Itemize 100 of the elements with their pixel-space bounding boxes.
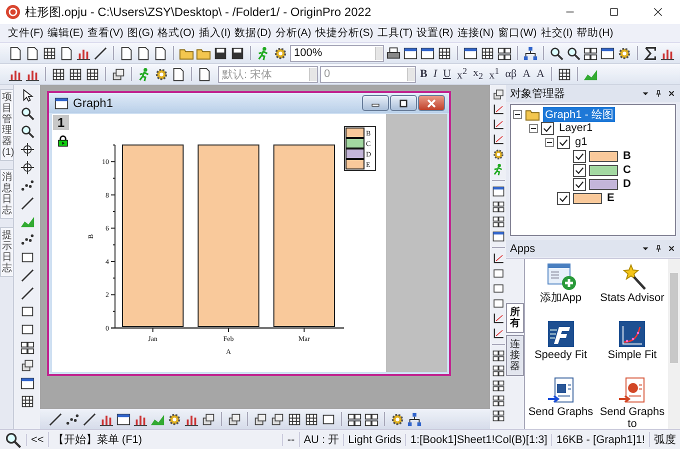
printer-icon[interactable] — [386, 46, 401, 60]
crosshair-icon[interactable] — [20, 160, 34, 175]
format-button[interactable]: U — [441, 66, 453, 82]
checkbox[interactable] — [573, 178, 586, 190]
page-icon[interactable] — [8, 46, 23, 60]
table-icon[interactable] — [304, 412, 319, 426]
axis-icon[interactable] — [492, 252, 504, 265]
gear-icon[interactable] — [273, 46, 288, 60]
app-label[interactable]: 添加App — [540, 292, 582, 304]
scrollbar-thumb[interactable] — [670, 273, 678, 363]
scrollbar[interactable] — [668, 259, 680, 429]
speedy-fit-icon[interactable] — [546, 318, 576, 348]
layout-icon[interactable] — [492, 394, 504, 407]
format-button[interactable]: B — [418, 66, 430, 82]
side-tab[interactable]: 消息日志 — [0, 169, 14, 219]
curve-fit-icon[interactable] — [617, 318, 648, 348]
menu-item[interactable]: 编辑(E) — [45, 26, 86, 40]
table-icon[interactable] — [437, 46, 452, 60]
line-icon[interactable] — [20, 286, 34, 301]
menu-item[interactable]: 格式(O) — [156, 26, 197, 40]
page-icon[interactable] — [25, 46, 40, 60]
slides-arrow-icon[interactable] — [617, 375, 648, 405]
axis-icon[interactable] — [492, 327, 504, 340]
menu-item[interactable]: 工具(T) — [375, 26, 415, 40]
layout-icon[interactable] — [492, 215, 504, 228]
menu-item[interactable]: 快捷分析(S) — [313, 26, 376, 40]
tree-item[interactable]: E — [605, 192, 616, 204]
stack-icon[interactable] — [227, 412, 242, 426]
side-tab[interactable]: 项目管理器 (1) — [0, 89, 14, 161]
checkbox[interactable] — [557, 136, 570, 148]
axis-icon[interactable] — [492, 133, 504, 146]
table-icon[interactable] — [85, 66, 100, 82]
gear-icon[interactable] — [492, 148, 504, 161]
stack-icon[interactable] — [253, 412, 268, 426]
checkbox[interactable] — [573, 150, 586, 162]
format-button[interactable]: x$^{1}$ — [487, 66, 502, 82]
menu-item[interactable]: 分析(A) — [273, 26, 314, 40]
rectangle-icon[interactable] — [492, 267, 504, 280]
hierarchy-icon[interactable] — [523, 46, 538, 60]
line-icon[interactable] — [48, 412, 63, 426]
zoom-icon[interactable] — [20, 124, 34, 139]
side-tab[interactable]: 连接器 — [506, 335, 524, 376]
menu-item[interactable]: 文件(F) — [6, 26, 46, 40]
side-tab[interactable]: 所有 — [506, 303, 524, 333]
axis-icon[interactable] — [492, 103, 504, 116]
expand-toggle[interactable] — [513, 110, 522, 118]
menu-item[interactable]: 查看(V) — [85, 26, 126, 40]
axis-icon[interactable] — [492, 118, 504, 131]
layout-icon[interactable] — [492, 379, 504, 392]
crosshair-icon[interactable] — [20, 142, 34, 157]
line-icon[interactable] — [20, 268, 34, 283]
line-icon[interactable] — [20, 196, 34, 211]
stack-icon[interactable] — [111, 66, 126, 82]
format-button[interactable]: αβ — [503, 66, 519, 82]
page-icon[interactable] — [119, 46, 134, 60]
window-icon[interactable] — [492, 230, 504, 243]
gear-icon[interactable] — [390, 412, 405, 426]
table-icon[interactable] — [42, 46, 57, 60]
expand-toggle[interactable] — [545, 138, 554, 146]
tree-item[interactable]: B — [621, 150, 633, 162]
stack-icon[interactable] — [492, 88, 504, 101]
zoom-icon[interactable] — [566, 46, 581, 60]
layout-icon[interactable] — [492, 200, 504, 213]
layout-icon[interactable] — [492, 349, 504, 362]
layout-icon[interactable] — [492, 364, 504, 377]
menu-item[interactable]: 数据(D) — [232, 26, 274, 40]
gear-icon[interactable] — [154, 66, 169, 82]
stack-icon[interactable] — [270, 412, 285, 426]
line-icon[interactable] — [82, 412, 97, 426]
window-icon[interactable] — [420, 46, 435, 60]
format-button[interactable]: x$_{2}$ — [471, 66, 486, 82]
scatter-icon[interactable] — [20, 178, 34, 193]
pin-icon[interactable] — [654, 89, 663, 98]
format-button[interactable]: x$^{2}$ — [454, 66, 470, 82]
scatter-icon[interactable] — [20, 232, 34, 247]
close-button[interactable] — [418, 95, 445, 111]
page-icon[interactable] — [59, 46, 74, 60]
sigma-icon[interactable] — [643, 46, 658, 60]
window-icon[interactable] — [463, 46, 478, 60]
menu-item[interactable]: 社交(I) — [538, 26, 575, 40]
table-icon[interactable] — [51, 66, 66, 82]
rectangle-icon[interactable] — [20, 250, 34, 265]
rectangle-icon[interactable] — [20, 322, 34, 337]
page-icon[interactable] — [197, 66, 212, 82]
menu-item[interactable]: 设置(R) — [414, 26, 456, 40]
app-label[interactable]: Send Graphs to — [596, 406, 668, 430]
rectangle-icon[interactable] — [492, 282, 504, 295]
tree-item[interactable]: C — [621, 164, 633, 176]
magnifier-icon[interactable] — [4, 430, 22, 448]
checkbox[interactable] — [557, 192, 570, 204]
tree-item[interactable]: Graph1 - 绘图 — [543, 106, 616, 122]
format-button[interactable]: I — [431, 66, 440, 82]
layout-icon[interactable] — [492, 409, 504, 422]
table-icon[interactable] — [68, 66, 83, 82]
layout-icon[interactable] — [497, 46, 512, 60]
pin-icon[interactable] — [654, 244, 663, 253]
window-icon[interactable] — [600, 46, 615, 60]
tree-item[interactable]: D — [621, 178, 633, 190]
lock-icon[interactable] — [57, 135, 69, 147]
line-icon[interactable] — [93, 46, 108, 60]
